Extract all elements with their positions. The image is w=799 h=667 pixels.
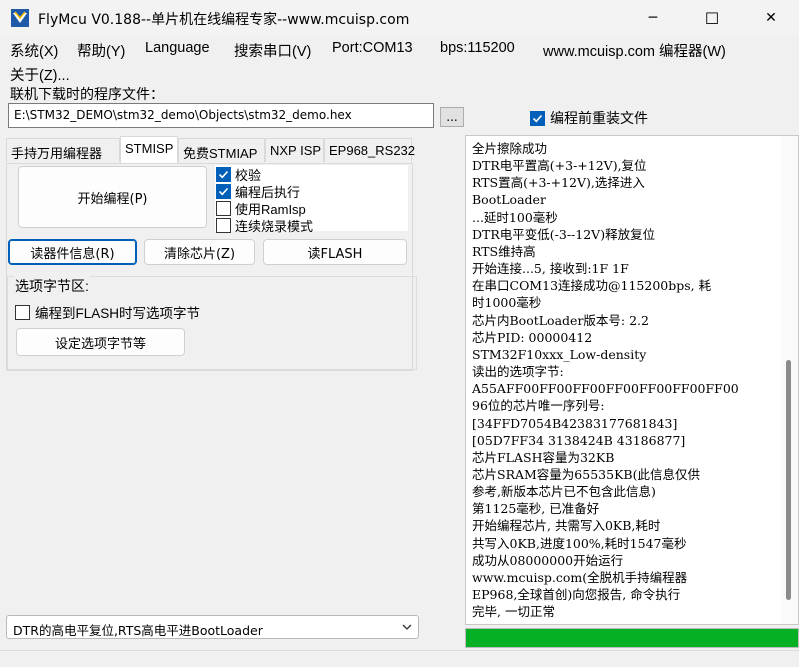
continuous-label: 连续烧录模式 <box>235 219 314 234</box>
log-line: [05D7FF34 3138424B 43186877] <box>472 432 686 448</box>
maximize-icon: ☐ <box>704 8 720 28</box>
erase-chip-button[interactable]: 清除芯片(Z) <box>144 239 255 265</box>
close-icon: ✕ <box>765 10 777 26</box>
log-line: 芯片SRAM容量为65535KB(此信息仅供 <box>472 466 700 482</box>
check-icon <box>218 170 229 179</box>
log-line: EP968,全球首创)向您报告, 命令执行 <box>472 587 681 603</box>
reset-mode-value: DTR的高电平复位,RTS高电平进BootLoader <box>13 623 263 638</box>
log-line: 芯片PID: 00000412 <box>472 329 593 345</box>
log-output[interactable]: 全片擦除成功 DTR电平置高(+3-+12V),复位 RTS置高(+3-+12V),… <box>465 135 799 625</box>
menu-search-port[interactable]: 搜索串口(V) <box>234 40 311 61</box>
run-after-checkbox[interactable] <box>216 184 231 199</box>
log-line: 全片擦除成功 <box>472 141 548 156</box>
browse-button[interactable]: ... <box>440 107 464 127</box>
menu-about[interactable]: 关于(Z)... <box>10 64 70 85</box>
tab-nxp-isp[interactable]: NXP ISP <box>265 138 324 162</box>
log-line: 芯片内BootLoader版本号: 2.2 <box>472 312 649 328</box>
tab-stmisp[interactable]: STMISP <box>120 136 178 163</box>
status-bar <box>0 650 799 667</box>
log-line: 芯片FLASH容量为32KB <box>472 449 615 465</box>
log-scrollbar-thumb[interactable] <box>786 360 791 600</box>
file-path-input[interactable]: E:\STM32_DEMO\stm32_demo\Objects\stm32_d… <box>8 103 434 128</box>
maximize-button[interactable]: ☐ <box>689 0 735 36</box>
log-text: 全片擦除成功 DTR电平置高(+3-+12V),复位 RTS置高(+3-+12V),… <box>472 140 739 620</box>
check-icon <box>532 114 543 122</box>
write-option-bytes-checkbox[interactable] <box>15 304 30 320</box>
log-line: 完毕, 一切正常 <box>472 604 555 620</box>
log-line: www.mcuisp.com(全脱机手持编程器 <box>472 569 688 585</box>
start-program-button[interactable]: 开始编程(P) <box>18 166 207 228</box>
menu-help[interactable]: 帮助(Y) <box>77 40 125 61</box>
tab-ep968[interactable]: EP968_RS232 <box>324 138 415 162</box>
continuous-checkbox[interactable] <box>216 218 231 233</box>
log-line: 96位的芯片唯一序列号: <box>472 398 605 414</box>
log-line: 读出的选项字节: <box>472 364 564 380</box>
file-label: 联机下载时的程序文件： <box>10 86 164 102</box>
minimize-icon: ─ <box>648 10 658 26</box>
log-line: DTR电平置高(+3-+12V),复位 <box>472 158 647 174</box>
write-option-bytes-option[interactable]: 编程到FLASH时写选项字节 <box>15 302 200 322</box>
menu-port[interactable]: Port:COM13 <box>332 40 413 56</box>
log-line: 开始连接...5, 接收到:1F 1F <box>472 261 629 277</box>
log-line: 时1000毫秒 <box>472 295 542 311</box>
option-bytes-title: 选项字节区: <box>14 276 90 296</box>
menu-bps[interactable]: bps:115200 <box>440 40 515 56</box>
menu-bar: 系统(X) 帮助(Y) Language 搜索串口(V) Port:COM13 … <box>0 38 799 84</box>
log-line: [34FFD7054B42383177681843] <box>472 415 678 431</box>
log-line: 参考,新版本芯片已不包含此信息) <box>472 484 656 500</box>
menu-language[interactable]: Language <box>145 40 210 56</box>
chevron-down-icon <box>402 624 412 630</box>
write-option-bytes-label: 编程到FLASH时写选项字节 <box>35 306 201 321</box>
log-line: DTR电平变低(-3--12V)释放复位 <box>472 226 656 242</box>
log-line: 开始编程芯片, 共需写入0KB,耗时 <box>472 518 661 534</box>
reload-label: 编程前重装文件 <box>550 110 648 126</box>
check-icon <box>218 187 229 196</box>
log-line: A55AFF00FF00FF00FF00FF00FF00FF00 <box>472 381 739 397</box>
log-line: BootLoader <box>472 192 546 208</box>
verify-checkbox[interactable] <box>216 167 231 182</box>
log-line: 第1125毫秒, 已准备好 <box>472 501 600 517</box>
close-button[interactable]: ✕ <box>748 0 794 36</box>
log-line: 成功从08000000开始运行 <box>472 552 624 568</box>
reset-mode-select[interactable]: DTR的高电平复位,RTS高电平进BootLoader <box>6 615 419 639</box>
ramisp-checkbox[interactable] <box>216 201 231 216</box>
log-line: 共写入0KB,进度100%,耗时1547毫秒 <box>472 535 687 551</box>
tab-handheld[interactable]: 手持万用编程器 <box>6 138 120 162</box>
log-line: STM32F10xxx_Low-density <box>472 346 647 362</box>
continuous-option[interactable]: 连续烧录模式 <box>216 216 313 235</box>
set-option-bytes-button[interactable]: 设定选项字节等 <box>16 328 185 356</box>
tab-stmiap[interactable]: 免费STMIAP <box>178 138 265 162</box>
flymcu-app-icon <box>11 9 29 27</box>
reload-option[interactable]: 编程前重装文件 <box>530 108 648 128</box>
read-info-button[interactable]: 读器件信息(R) <box>8 239 137 265</box>
menu-programmer[interactable]: www.mcuisp.com 编程器(W) <box>543 40 726 61</box>
menu-system[interactable]: 系统(X) <box>10 40 58 61</box>
log-line: RTS维持高 <box>472 243 536 259</box>
log-line: 在串口COM13连接成功@115200bps, 耗 <box>472 278 712 294</box>
minimize-button[interactable]: ─ <box>630 0 676 36</box>
progress-fill <box>466 629 798 647</box>
window-title: FlyMcu V0.188--单片机在线编程专家--www.mcuisp.com <box>38 12 410 28</box>
log-line: ...延时100毫秒 <box>472 209 558 225</box>
read-flash-button[interactable]: 读FLASH <box>263 239 407 265</box>
title-bar: FlyMcu V0.188--单片机在线编程专家--www.mcuisp.com… <box>0 0 799 36</box>
log-line: RTS置高(+3-+12V),选择进入 <box>472 175 645 191</box>
reload-checkbox[interactable] <box>530 110 545 126</box>
tab-strip: 手持万用编程器 STMISP 免费STMIAP NXP ISP EP968_RS… <box>6 136 416 163</box>
